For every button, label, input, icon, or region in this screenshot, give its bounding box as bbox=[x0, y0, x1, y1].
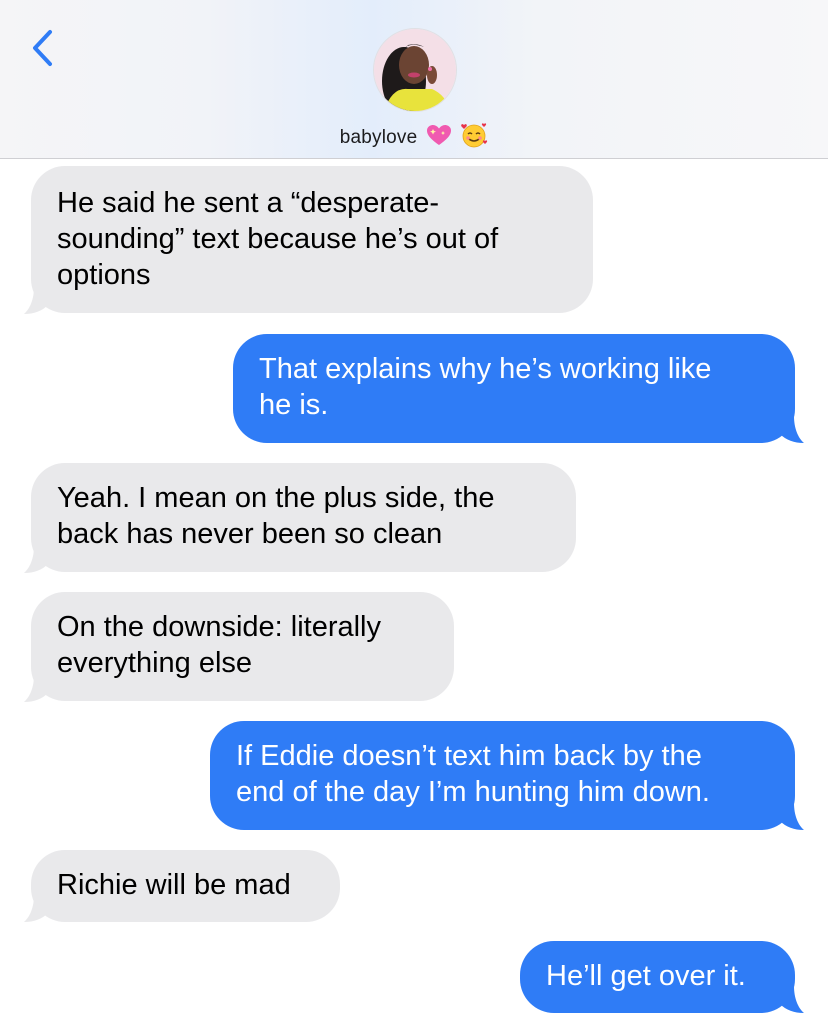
bubble-tail bbox=[780, 803, 804, 830]
bubble-tail bbox=[780, 986, 804, 1013]
conversation-header: babylove bbox=[0, 0, 828, 159]
outgoing-message-bubble[interactable]: He’ll get over it. bbox=[520, 941, 795, 1013]
bubble-tail bbox=[780, 416, 804, 443]
sparkling-heart-icon bbox=[425, 123, 453, 153]
bubble-tail bbox=[24, 895, 48, 922]
incoming-message-bubble[interactable]: On the downside: literally everything el… bbox=[31, 592, 454, 701]
bubble-tail bbox=[24, 675, 48, 702]
smiling-face-with-hearts-icon bbox=[460, 121, 488, 155]
outgoing-message-bubble[interactable]: If Eddie doesn’t text him back by the en… bbox=[210, 721, 795, 830]
incoming-message-bubble[interactable]: He said he sent a “desperate- sounding” … bbox=[31, 166, 593, 313]
incoming-message-bubble[interactable]: Richie will be mad bbox=[31, 850, 340, 922]
contact-name-row[interactable]: babylove bbox=[0, 121, 828, 155]
back-button[interactable] bbox=[22, 26, 62, 70]
bubble-tail bbox=[24, 287, 48, 314]
bubble-tail bbox=[24, 546, 48, 573]
avatar-photo bbox=[374, 29, 456, 111]
outgoing-message-bubble[interactable]: That explains why he’s working like he i… bbox=[233, 334, 795, 443]
incoming-message-bubble[interactable]: Yeah. I mean on the plus side, the back … bbox=[31, 463, 576, 572]
contact-name: babylove bbox=[339, 127, 418, 149]
chevron-left-icon bbox=[33, 30, 52, 66]
contact-avatar[interactable] bbox=[373, 28, 457, 112]
